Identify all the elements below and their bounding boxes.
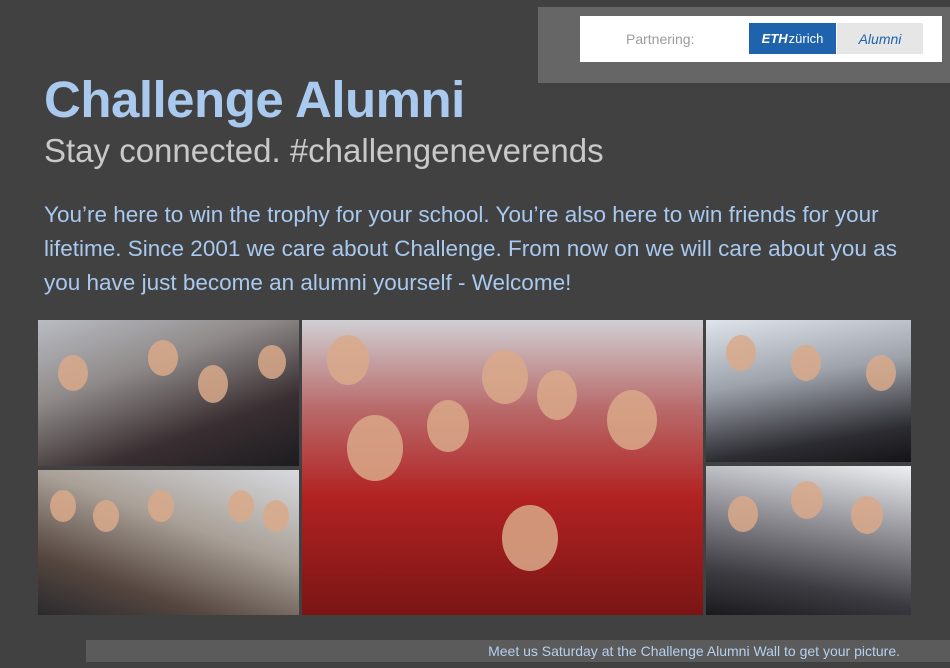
- footer-text: Meet us Saturday at the Challenge Alumni…: [488, 643, 900, 659]
- eth-logo-bold: ETH: [761, 31, 788, 46]
- partner-card: Partnering: ETH zürich Alumni: [580, 16, 942, 62]
- photo-group-top-left: [38, 320, 299, 466]
- page-subtitle: Stay connected. #challengeneverends: [44, 132, 604, 169]
- photo-group-center: [302, 320, 703, 615]
- intro-paragraph: You’re here to win the trophy for your s…: [44, 202, 897, 295]
- photo-group-bottom-right: [706, 466, 911, 615]
- alumni-tab[interactable]: Alumni: [837, 23, 923, 54]
- eth-zurich-logo[interactable]: ETH zürich: [749, 23, 836, 54]
- footer-bar: Meet us Saturday at the Challenge Alumni…: [86, 640, 950, 662]
- photo-group-bottom-left: [38, 470, 299, 615]
- photo-group-top-right: [706, 320, 911, 462]
- page-title: Challenge Alumni: [44, 71, 465, 128]
- partner-label: Partnering:: [626, 31, 695, 47]
- eth-logo-rest: zürich: [788, 31, 824, 46]
